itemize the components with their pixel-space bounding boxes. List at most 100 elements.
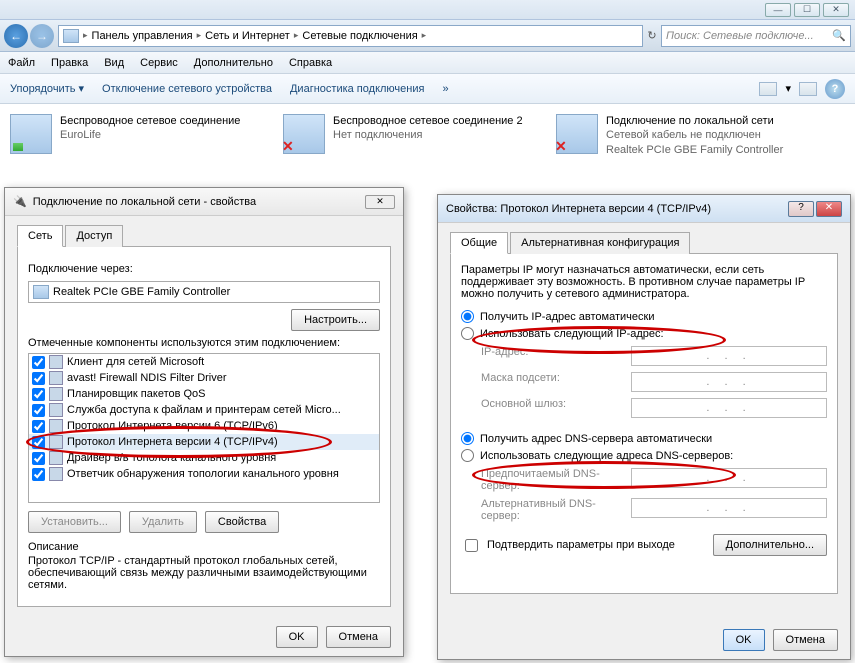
menu-help[interactable]: Справка bbox=[289, 57, 332, 69]
install-button[interactable]: Установить... bbox=[28, 511, 121, 533]
component-checkbox[interactable] bbox=[32, 372, 45, 385]
menu-file[interactable]: Файл bbox=[8, 57, 35, 69]
connection-title: Подключение по локальной сети bbox=[606, 114, 783, 128]
advanced-button[interactable]: Дополнительно... bbox=[713, 534, 827, 556]
list-item[interactable]: Протокол Интернета версии 4 (TCP/IPv4) bbox=[29, 434, 379, 450]
breadcrumb-item[interactable]: Сетевые подключения bbox=[302, 30, 417, 42]
view-dropdown[interactable]: ▾ bbox=[785, 82, 791, 95]
auto-ip-radio[interactable] bbox=[461, 310, 474, 323]
cancel-button[interactable]: Отмена bbox=[773, 629, 838, 651]
close-icon[interactable]: ✕ bbox=[365, 195, 395, 209]
tab-alternate[interactable]: Альтернативная конфигурация bbox=[510, 232, 690, 254]
dialog-title: Подключение по локальной сети - свойства bbox=[33, 196, 256, 208]
ok-button[interactable]: OK bbox=[276, 626, 318, 648]
minimize-button[interactable]: — bbox=[765, 3, 791, 17]
search-input[interactable]: Поиск: Сетевые подключе... 🔍 bbox=[661, 25, 851, 47]
wifi-icon bbox=[10, 114, 52, 154]
auto-ip-radio-row[interactable]: Получить IP-адрес автоматически bbox=[461, 310, 827, 323]
tab-sharing[interactable]: Доступ bbox=[65, 225, 123, 247]
back-button[interactable]: ← bbox=[4, 24, 28, 48]
service-icon bbox=[49, 403, 63, 417]
help-icon[interactable]: ? bbox=[825, 79, 845, 99]
driver-icon bbox=[49, 451, 63, 465]
overflow-button[interactable]: » bbox=[442, 83, 448, 95]
manual-ip-radio-row[interactable]: Использовать следующий IP-адрес: bbox=[461, 327, 827, 340]
list-item[interactable]: Служба доступа к файлам и принтерам сете… bbox=[29, 402, 379, 418]
breadcrumb-item[interactable]: Панель управления bbox=[92, 30, 193, 42]
protocol-icon bbox=[49, 435, 63, 449]
list-item[interactable]: Протокол Интернета версии 6 (TCP/IPv6) bbox=[29, 418, 379, 434]
list-item[interactable]: Клиент для сетей Microsoft bbox=[29, 354, 379, 370]
list-item[interactable]: Планировщик пакетов QoS bbox=[29, 386, 379, 402]
close-button[interactable]: ✕ bbox=[823, 3, 849, 17]
connection-title: Беспроводное сетевое соединение 2 bbox=[333, 114, 523, 128]
component-checkbox[interactable] bbox=[32, 452, 45, 465]
properties-button[interactable]: Свойства bbox=[205, 511, 279, 533]
breadcrumb[interactable]: ▸ Панель управления ▸ Сеть и Интернет ▸ … bbox=[58, 25, 643, 47]
dns1-input[interactable]: . . . bbox=[631, 468, 827, 488]
menu-bar: Файл Правка Вид Сервис Дополнительно Спр… bbox=[0, 52, 855, 74]
tab-network[interactable]: Сеть bbox=[17, 225, 63, 247]
cancel-button[interactable]: Отмена bbox=[326, 626, 391, 648]
component-checkbox[interactable] bbox=[32, 388, 45, 401]
connection-item[interactable]: Подключение по локальной сети Сетевой ка… bbox=[556, 114, 801, 157]
view-button[interactable] bbox=[759, 82, 777, 96]
confirm-checkbox[interactable] bbox=[465, 539, 478, 552]
component-checkbox[interactable] bbox=[32, 468, 45, 481]
refresh-button[interactable]: ↻ bbox=[647, 29, 657, 42]
component-checkbox[interactable] bbox=[32, 404, 45, 417]
adapter-icon bbox=[33, 285, 49, 299]
disable-device-button[interactable]: Отключение сетевого устройства bbox=[102, 83, 272, 95]
menu-edit[interactable]: Правка bbox=[51, 57, 88, 69]
connection-status: Сетевой кабель не подключен bbox=[606, 128, 783, 142]
organize-button[interactable]: Упорядочить ▾ bbox=[10, 82, 84, 95]
list-item[interactable]: avast! Firewall NDIS Filter Driver bbox=[29, 370, 379, 386]
dns2-input[interactable]: . . . bbox=[631, 498, 827, 518]
menu-tools[interactable]: Сервис bbox=[140, 57, 178, 69]
uninstall-button[interactable]: Удалить bbox=[129, 511, 197, 533]
command-bar: Упорядочить ▾ Отключение сетевого устрой… bbox=[0, 74, 855, 104]
manual-dns-radio[interactable] bbox=[461, 449, 474, 462]
help-button[interactable]: ? bbox=[788, 201, 814, 217]
manual-dns-radio-row[interactable]: Использовать следующие адреса DNS-сервер… bbox=[461, 449, 827, 462]
dns2-label: Альтернативный DNS-сервер: bbox=[481, 498, 621, 522]
connection-item[interactable]: Беспроводное сетевое соединение 2 Нет по… bbox=[283, 114, 528, 157]
gateway-label: Основной шлюз: bbox=[481, 398, 621, 418]
mask-input[interactable]: . . . bbox=[631, 372, 827, 392]
ip-label: IP-адрес: bbox=[481, 346, 621, 366]
auto-dns-radio[interactable] bbox=[461, 432, 474, 445]
list-item[interactable]: Драйвер в/в тополога канального уровня bbox=[29, 450, 379, 466]
search-icon: 🔍 bbox=[832, 29, 846, 42]
list-item[interactable]: Ответчик обнаружения топологии канальног… bbox=[29, 466, 379, 482]
menu-advanced[interactable]: Дополнительно bbox=[194, 57, 273, 69]
connection-title: Беспроводное сетевое соединение bbox=[60, 114, 240, 128]
connection-item[interactable]: Беспроводное сетевое соединение EuroLife bbox=[10, 114, 255, 157]
description-label: Описание bbox=[28, 541, 380, 553]
network-icon bbox=[63, 29, 79, 43]
auto-dns-radio-row[interactable]: Получить адрес DNS-сервера автоматически bbox=[461, 432, 827, 445]
ethernet-disconnected-icon bbox=[556, 114, 598, 154]
components-list[interactable]: Клиент для сетей Microsoft avast! Firewa… bbox=[28, 353, 380, 503]
connections-pane: Беспроводное сетевое соединение EuroLife… bbox=[0, 104, 855, 167]
close-icon[interactable]: ✕ bbox=[816, 201, 842, 217]
qos-icon bbox=[49, 387, 63, 401]
wifi-disconnected-icon bbox=[283, 114, 325, 154]
dialog-titlebar: Свойства: Протокол Интернета версии 4 (T… bbox=[438, 195, 850, 223]
breadcrumb-item[interactable]: Сеть и Интернет bbox=[205, 30, 290, 42]
component-checkbox[interactable] bbox=[32, 420, 45, 433]
gateway-input[interactable]: . . . bbox=[631, 398, 827, 418]
tab-general[interactable]: Общие bbox=[450, 232, 508, 254]
menu-view[interactable]: Вид bbox=[104, 57, 124, 69]
configure-button[interactable]: Настроить... bbox=[291, 309, 380, 331]
manual-ip-radio[interactable] bbox=[461, 327, 474, 340]
component-checkbox[interactable] bbox=[32, 436, 45, 449]
dialog-titlebar: 🔌 Подключение по локальной сети - свойст… bbox=[5, 188, 403, 216]
diagnose-button[interactable]: Диагностика подключения bbox=[290, 83, 424, 95]
preview-button[interactable] bbox=[799, 82, 817, 96]
forward-button[interactable]: → bbox=[30, 24, 54, 48]
ip-input[interactable]: . . . bbox=[631, 346, 827, 366]
maximize-button[interactable]: ☐ bbox=[794, 3, 820, 17]
ok-button[interactable]: OK bbox=[723, 629, 765, 651]
window-titlebar: — ☐ ✕ bbox=[0, 0, 855, 20]
component-checkbox[interactable] bbox=[32, 356, 45, 369]
